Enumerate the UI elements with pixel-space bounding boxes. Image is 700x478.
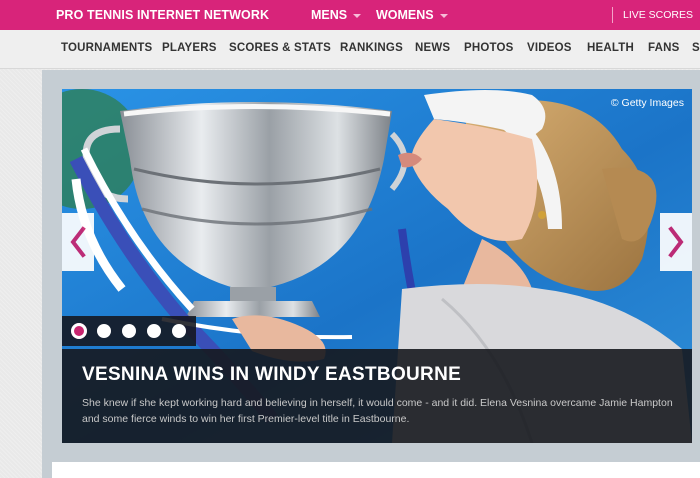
content-area-top xyxy=(52,462,700,478)
nav-videos[interactable]: VIDEOS xyxy=(527,42,572,54)
nav-scores-stats[interactable]: SCORES & STATS xyxy=(229,42,331,54)
womens-menu[interactable]: WOMENS xyxy=(376,8,448,22)
chevron-down-icon xyxy=(353,13,362,18)
previous-slide-button[interactable] xyxy=(62,213,94,271)
nav-news[interactable]: NEWS xyxy=(415,42,450,54)
photo-credit: © Getty Images xyxy=(610,97,684,109)
nav-fans[interactable]: FANS xyxy=(648,42,679,54)
nav-more[interactable]: S xyxy=(692,42,700,54)
slide-dot-2[interactable] xyxy=(97,324,111,338)
nav-players[interactable]: PLAYERS xyxy=(162,42,217,54)
womens-label: WOMENS xyxy=(376,8,434,22)
slide-dot-4[interactable] xyxy=(147,324,161,338)
site-brand[interactable]: PRO TENNIS INTERNET NETWORK xyxy=(56,8,269,22)
slide-dot-5[interactable] xyxy=(172,324,186,338)
main-navigation: TOURNAMENTS PLAYERS SCORES & STATS RANKI… xyxy=(0,30,700,69)
nav-health[interactable]: HEALTH xyxy=(587,42,634,54)
top-bar: PRO TENNIS INTERNET NETWORK MENS WOMENS … xyxy=(0,0,700,30)
topbar-divider xyxy=(612,7,613,23)
slide-dot-1[interactable] xyxy=(71,323,87,339)
live-scores-link[interactable]: LIVE SCORES xyxy=(623,9,693,21)
slide-summary: She knew if she kept working hard and be… xyxy=(82,397,673,425)
slide-dot-3[interactable] xyxy=(122,324,136,338)
mens-label: MENS xyxy=(311,8,348,22)
chevron-down-icon xyxy=(439,13,448,18)
chevron-left-icon xyxy=(70,226,86,258)
mens-menu[interactable]: MENS xyxy=(311,8,362,22)
nav-rankings[interactable]: RANKINGS xyxy=(340,42,403,54)
slide-caption: VESNINA WINS IN WINDY EASTBOURNE She kne… xyxy=(62,349,692,443)
slide-headline[interactable]: VESNINA WINS IN WINDY EASTBOURNE xyxy=(82,364,461,386)
chevron-right-icon xyxy=(668,226,684,258)
next-slide-button[interactable] xyxy=(660,213,692,271)
nav-photos[interactable]: PHOTOS xyxy=(464,42,514,54)
nav-tournaments[interactable]: TOURNAMENTS xyxy=(61,42,152,54)
slide-indicators xyxy=(62,316,196,346)
